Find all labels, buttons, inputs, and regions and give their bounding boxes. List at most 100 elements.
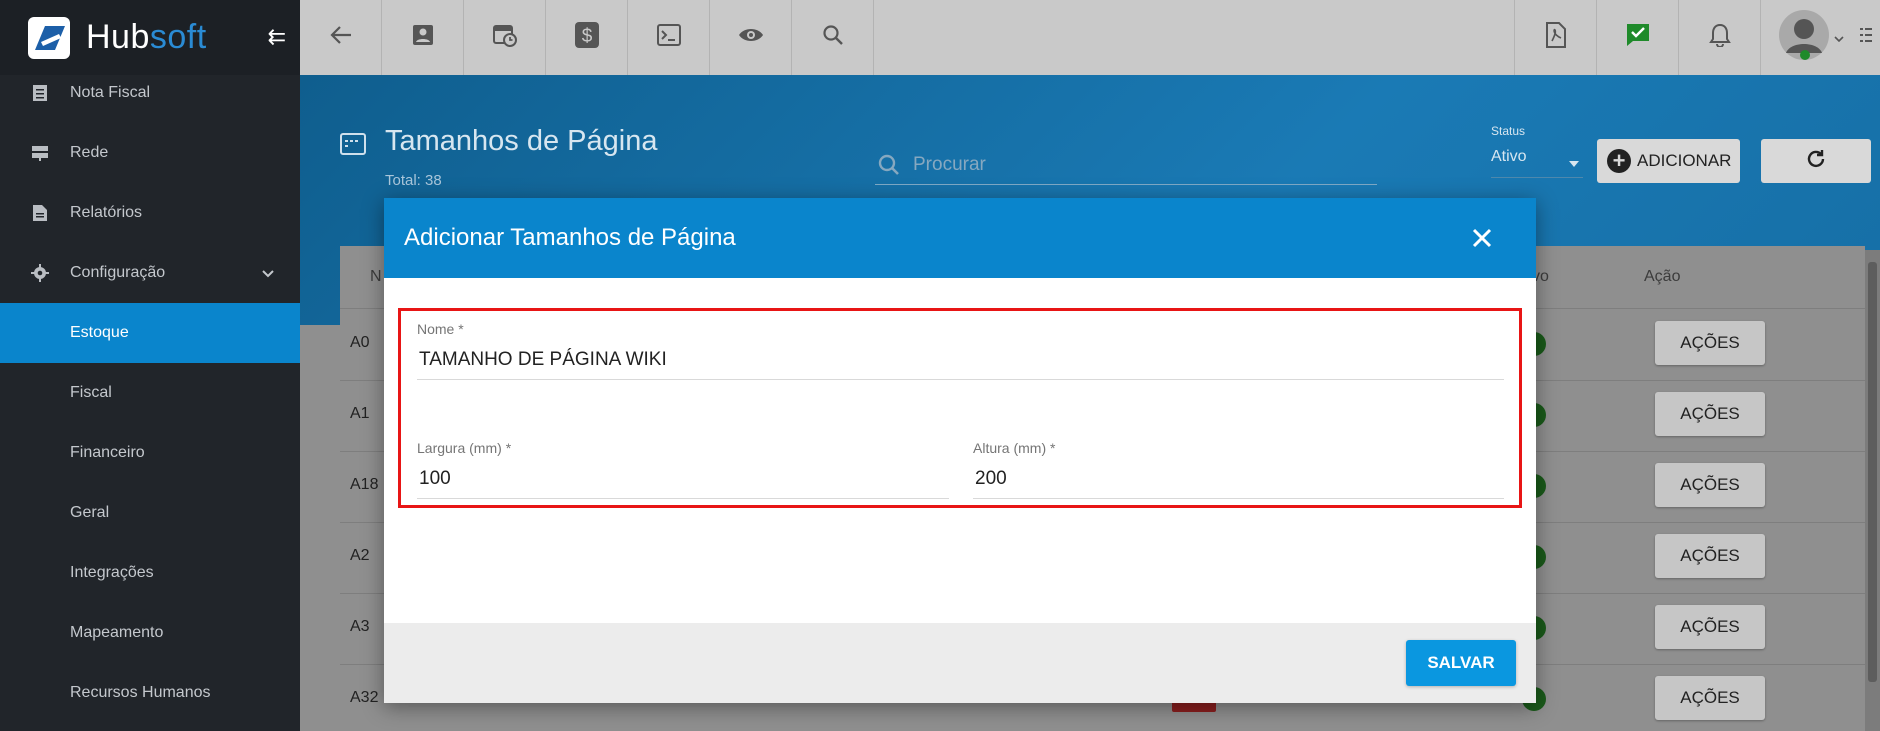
gear-icon [30,263,50,283]
chevron-down-icon [262,265,274,283]
sidebar-item-label: Nota Fiscal [70,84,151,101]
sidebar-item-label: Fiscal [70,384,112,401]
search-icon [822,24,844,51]
terminal-button[interactable] [628,0,710,75]
user-menu[interactable] [1760,0,1860,75]
top-toolbar: $ [300,0,1880,75]
svg-text:$: $ [581,26,592,47]
logo-text: Hubsoft [86,18,207,56]
sidebar-item-relatorios[interactable]: Relatórios [0,183,300,243]
pdf-icon [1545,22,1567,53]
plus-circle-icon: + [1607,149,1631,173]
table-row: A0 [350,334,370,351]
contact-card-icon [412,24,434,51]
pdf-button[interactable] [1514,0,1596,75]
add-page-size-dialog: Adicionar Tamanhos de Página Nome * TAMA… [384,198,1536,703]
schedule-button[interactable] [464,0,546,75]
list-icon [1860,26,1872,49]
total-count: Total: 38 [385,172,442,189]
sidebar-item-integracoes[interactable]: Integrações [0,543,300,603]
sidebar-item-mapeamento[interactable]: Mapeamento [0,603,300,663]
status-label: Status [1491,124,1526,138]
sidebar-item-financeiro[interactable]: Financeiro [0,423,300,483]
dialog-footer: SALVAR [384,623,1536,703]
calendar-clock-icon [492,22,518,53]
dropdown-arrow-icon [1569,154,1579,172]
document-icon [30,83,50,103]
sidebar: Hubsoft ⇇ Nota Fiscal Rede Relatórios Co… [0,0,300,731]
sidebar-item-rede[interactable]: Rede [0,123,300,183]
sidebar-item-configuracao[interactable]: Configuração [0,243,300,303]
search-button[interactable] [792,0,874,75]
client-button[interactable] [382,0,464,75]
logo-icon [28,16,70,59]
server-icon [30,143,50,163]
tasks-button[interactable] [1596,0,1678,75]
actions-button[interactable]: AÇÕES [1655,392,1765,436]
close-icon[interactable] [1468,224,1496,252]
table-row: A32 [350,689,379,706]
width-input[interactable]: 100 [417,468,949,499]
dialog-header: Adicionar Tamanhos de Página [384,198,1536,278]
sidebar-item-label: Rede [70,144,109,161]
save-button[interactable]: SALVAR [1406,640,1516,686]
sidebar-item-estoque[interactable]: Estoque [0,303,300,363]
search-input[interactable]: Procurar [875,145,1377,185]
sidebar-item-label: Integrações [70,564,154,581]
eye-icon [738,26,764,49]
actions-button[interactable]: AÇÕES [1655,605,1765,649]
sidebar-item-nota-fiscal[interactable]: Nota Fiscal [0,63,300,123]
height-label: Altura (mm) * [973,440,1056,456]
table-header-action: Ação [1644,268,1681,285]
sidebar-item-label: Recursos Humanos [70,684,211,701]
table-row: A2 [350,547,370,564]
status-select[interactable]: Ativo [1491,148,1583,178]
sidebar-item-label: Estoque [70,324,129,341]
add-button-label: ADICIONAR [1637,151,1732,170]
add-button[interactable]: + ADICIONAR [1597,139,1740,183]
arrow-left-icon [329,25,352,50]
actions-button[interactable]: AÇÕES [1655,321,1765,365]
report-icon [30,203,50,223]
sidebar-item-fiscal[interactable]: Fiscal [0,363,300,423]
check-chat-icon [1625,22,1651,53]
status-value: Ativo [1491,148,1527,165]
terminal-icon [656,24,681,51]
collapse-menu-icon[interactable]: ⇇ [268,24,286,50]
sidebar-item-geral[interactable]: Geral [0,483,300,543]
view-button[interactable] [710,0,792,75]
name-label: Nome * [417,321,464,337]
table-row: A1 [350,405,370,422]
sidebar-item-label: Configuração [70,264,166,281]
page-size-icon [340,133,366,160]
page-title: Tamanhos de Página [385,125,658,157]
height-input[interactable]: 200 [973,468,1504,499]
width-field[interactable]: Largura (mm) * 100 [417,440,949,499]
finance-button[interactable]: $ [546,0,628,75]
avatar [1778,9,1830,66]
bell-icon [1708,23,1731,52]
sidebar-item-label: Geral [70,504,110,521]
name-input[interactable]: TAMANHO DE PÁGINA WIKI [417,349,1504,380]
refresh-icon [1805,148,1827,175]
page-header: Tamanhos de Página Total: 38 [340,125,657,189]
back-button[interactable] [300,0,382,75]
chevron-down-icon [1833,29,1844,47]
search-icon [877,153,901,182]
table-header-name: N [370,268,382,285]
more-menu-button[interactable] [1860,0,1880,75]
actions-button[interactable]: AÇÕES [1655,534,1765,578]
dialog-title: Adicionar Tamanhos de Página [404,224,736,251]
name-field[interactable]: Nome * TAMANHO DE PÁGINA WIKI [417,321,1504,380]
height-field[interactable]: Altura (mm) * 200 [973,440,1504,499]
scrollbar-thumb[interactable] [1868,262,1877,682]
refresh-button[interactable] [1761,139,1871,183]
table-row: A18 [350,476,379,493]
notifications-button[interactable] [1678,0,1760,75]
width-label: Largura (mm) * [417,440,512,456]
dollar-icon: $ [574,21,600,54]
sidebar-item-recursos-humanos[interactable]: Recursos Humanos [0,663,300,723]
actions-button[interactable]: AÇÕES [1655,463,1765,507]
actions-button[interactable]: AÇÕES [1655,676,1765,720]
table-row: A3 [350,618,370,635]
